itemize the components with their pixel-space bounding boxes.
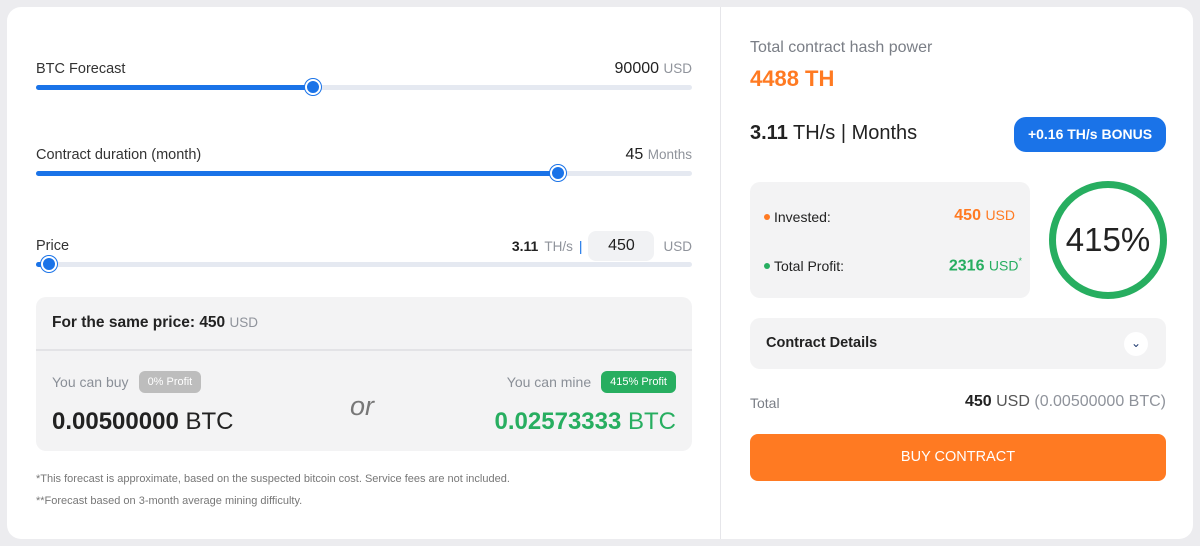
chevron-down-icon[interactable]: ⌄ [1124,332,1148,356]
forecast-unit: USD [663,61,692,76]
contract-details-label: Contract Details [766,335,878,351]
buy-option-amount: 0.00500000 BTC [52,408,233,436]
comparison-box: For the same price: 450 USD You can buy … [36,297,692,451]
duration-slider[interactable] [36,165,692,181]
profit-footnote-mark: * [1018,256,1022,266]
forecast-slider-handle[interactable] [304,79,321,95]
profit-label: Total Profit: [774,258,845,274]
roi-ring: 415% [1049,181,1167,299]
price-unit: USD [663,238,692,254]
rate-unit: TH/s [793,122,836,144]
profit-unit: USD [988,257,1019,274]
duration-label: Contract duration (month) [36,147,202,163]
price-input[interactable]: 450 [588,231,655,261]
duration-number: 45 [625,146,644,163]
mine-option-header: You can mine 415% Profit [507,371,676,393]
forecast-number: 90000 [614,60,660,77]
duration-unit: Months [647,147,692,162]
rate-value: 3.11 [750,122,788,144]
invested-row-label: Invested: [764,209,831,225]
profit-row-label: Total Profit: [764,258,844,274]
mine-option-amount: 0.02573333 BTC [495,408,676,436]
total-label: Total [750,395,780,411]
buy-profit-badge: 0% Profit [138,371,202,393]
price-controls: 3.11 TH/s | 450 USD [512,231,692,261]
forecast-value: 90000 USD [615,60,692,78]
profit-amount: 2316 USD* [949,256,1022,275]
buy-option-value: 0.00500000 [52,408,179,435]
price-label: Price [36,238,70,254]
price-slider-handle[interactable] [41,256,58,272]
duration-slider-fill [36,171,559,176]
total-amount: 450 USD (0.00500000 BTC) [965,393,1166,411]
duration-slider-handle[interactable] [550,165,567,181]
comparison-title-prefix: For the same price: [52,314,195,331]
contract-details-toggle[interactable]: Contract Details ⌄ [750,318,1166,369]
comparison-title-unit: USD [229,315,259,330]
hash-power-value: 4488 TH [750,66,835,91]
footnote-1: *This forecast is approximate, based on … [36,473,510,485]
total-unit: USD [996,393,1030,410]
panel-divider [720,7,721,539]
mine-option-label: You can mine [506,374,592,390]
invested-amount: 450 USD [954,207,1015,225]
price-slider[interactable] [36,256,692,272]
total-btc: (0.00500000 BTC) [1034,393,1166,410]
forecast-slider[interactable] [36,79,692,95]
rate-line: 3.11 TH/s | Months [750,122,917,145]
buy-option-unit: BTC [185,408,234,435]
duration-value: 45 Months [625,146,692,164]
footnote-2: **Forecast based on 3-month average mini… [36,495,303,507]
forecast-label: BTC Forecast [36,61,126,77]
hash-power-label: Total contract hash power [750,39,933,56]
or-text: or [350,391,375,421]
invested-label: Invested: [774,209,831,225]
months-label: Months [851,122,918,144]
calculator-card: BTC Forecast 90000 USD Contract duration… [7,7,1193,539]
price-separator: | [578,238,583,254]
mine-profit-badge: 415% Profit [601,371,676,393]
total-value: 450 [964,393,992,410]
buy-option-header: You can buy 0% Profit [52,371,202,393]
mine-option-value: 0.02573333 [494,408,622,435]
investment-box: Invested: 450 USD Total Profit: 2316 USD… [750,182,1030,298]
invested-dot [764,214,770,221]
rate-separator: | [840,122,847,144]
price-rate: 3.11 [511,238,539,254]
comparison-title: For the same price: 450 USD [52,314,258,332]
invested-unit: USD [985,207,1015,223]
buy-contract-button[interactable]: BUY CONTRACT [750,434,1166,481]
profit-value: 2316 [948,257,985,275]
mine-option-unit: BTC [628,408,676,435]
buy-option-label: You can buy [52,374,129,390]
bonus-badge: +0.16 TH/s BONUS [1014,117,1166,152]
price-rate-unit: TH/s [544,238,573,254]
profit-dot [764,263,770,270]
comparison-header: For the same price: 450 USD [36,297,692,351]
invested-value: 450 [954,207,981,224]
forecast-slider-fill [36,85,313,90]
comparison-title-value: 450 [199,314,226,331]
